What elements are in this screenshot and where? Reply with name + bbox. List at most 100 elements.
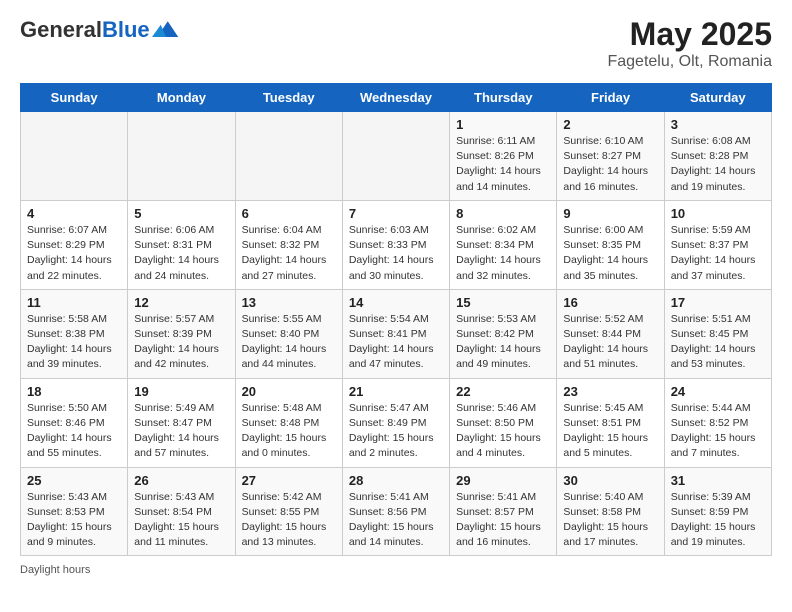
day-info: Sunrise: 5:49 AM Sunset: 8:47 PM Dayligh… [134, 401, 229, 462]
day-number: 24 [671, 384, 766, 399]
header: GeneralBlue May 2025 Fagetelu, Olt, Roma… [20, 16, 772, 71]
calendar-table: SundayMondayTuesdayWednesdayThursdayFrid… [20, 83, 772, 556]
calendar-cell: 26 Sunrise: 5:43 AM Sunset: 8:54 PM Dayli… [128, 467, 235, 556]
day-number: 6 [242, 206, 337, 221]
day-info: Sunrise: 5:43 AM Sunset: 8:54 PM Dayligh… [134, 490, 229, 551]
calendar-cell: 15 Sunrise: 5:53 AM Sunset: 8:42 PM Dayli… [450, 289, 557, 378]
calendar-week-3: 11 Sunrise: 5:58 AM Sunset: 8:38 PM Dayli… [21, 289, 772, 378]
day-number: 17 [671, 295, 766, 310]
day-number: 9 [563, 206, 658, 221]
calendar-cell: 8 Sunrise: 6:02 AM Sunset: 8:34 PM Daylig… [450, 200, 557, 289]
calendar-cell [342, 112, 449, 201]
day-info: Sunrise: 5:50 AM Sunset: 8:46 PM Dayligh… [27, 401, 122, 462]
calendar-cell: 24 Sunrise: 5:44 AM Sunset: 8:52 PM Dayli… [664, 378, 771, 467]
logo-general: General [20, 17, 102, 42]
calendar-cell: 9Sunrise: 6:00 AM Sunset: 8:35 PM Daylig… [557, 200, 664, 289]
footer-note: Daylight hours [20, 564, 772, 576]
day-number: 19 [134, 384, 229, 399]
calendar-header-row: SundayMondayTuesdayWednesdayThursdayFrid… [21, 84, 772, 112]
day-info: Sunrise: 5:54 AM Sunset: 8:41 PM Dayligh… [349, 312, 444, 373]
day-number: 22 [456, 384, 551, 399]
day-number: 1 [456, 117, 551, 132]
day-number: 8 [456, 206, 551, 221]
calendar-cell: 19 Sunrise: 5:49 AM Sunset: 8:47 PM Dayli… [128, 378, 235, 467]
day-number: 18 [27, 384, 122, 399]
day-number: 11 [27, 295, 122, 310]
day-number: 15 [456, 295, 551, 310]
day-number: 10 [671, 206, 766, 221]
calendar-cell: 17 Sunrise: 5:51 AM Sunset: 8:45 PM Dayli… [664, 289, 771, 378]
calendar-cell [128, 112, 235, 201]
day-info: Sunrise: 5:40 AM Sunset: 8:58 PM Dayligh… [563, 490, 658, 551]
day-info: Sunrise: 6:11 AM Sunset: 8:26 PM Dayligh… [456, 134, 551, 195]
day-info: Sunrise: 5:43 AM Sunset: 8:53 PM Dayligh… [27, 490, 122, 551]
logo: GeneralBlue [20, 16, 180, 44]
day-number: 25 [27, 473, 122, 488]
title-location: Fagetelu, Olt, Romania [607, 53, 772, 71]
footer-note-text: Daylight hours [20, 564, 90, 576]
logo-icon [152, 16, 180, 44]
day-info: Sunrise: 6:08 AM Sunset: 8:28 PM Dayligh… [671, 134, 766, 195]
day-number: 20 [242, 384, 337, 399]
calendar-cell: 30Sunrise: 5:40 AM Sunset: 8:58 PM Dayli… [557, 467, 664, 556]
day-number: 12 [134, 295, 229, 310]
day-info: Sunrise: 6:06 AM Sunset: 8:31 PM Dayligh… [134, 223, 229, 284]
day-number: 5 [134, 206, 229, 221]
logo-blue: Blue [102, 17, 150, 42]
calendar-cell: 25 Sunrise: 5:43 AM Sunset: 8:53 PM Dayli… [21, 467, 128, 556]
day-number: 29 [456, 473, 551, 488]
calendar-cell: 23 Sunrise: 5:45 AM Sunset: 8:51 PM Dayli… [557, 378, 664, 467]
day-info: Sunrise: 5:44 AM Sunset: 8:52 PM Dayligh… [671, 401, 766, 462]
calendar-cell: 16 Sunrise: 5:52 AM Sunset: 8:44 PM Dayli… [557, 289, 664, 378]
calendar-week-5: 25 Sunrise: 5:43 AM Sunset: 8:53 PM Dayli… [21, 467, 772, 556]
calendar-col-tuesday: Tuesday [235, 84, 342, 112]
calendar-col-sunday: Sunday [21, 84, 128, 112]
calendar-col-saturday: Saturday [664, 84, 771, 112]
day-info: Sunrise: 5:39 AM Sunset: 8:59 PM Dayligh… [671, 490, 766, 551]
calendar-cell: 11 Sunrise: 5:58 AM Sunset: 8:38 PM Dayli… [21, 289, 128, 378]
day-info: Sunrise: 5:58 AM Sunset: 8:38 PM Dayligh… [27, 312, 122, 373]
calendar-col-monday: Monday [128, 84, 235, 112]
day-info: Sunrise: 5:53 AM Sunset: 8:42 PM Dayligh… [456, 312, 551, 373]
day-number: 14 [349, 295, 444, 310]
day-info: Sunrise: 5:57 AM Sunset: 8:39 PM Dayligh… [134, 312, 229, 373]
calendar-week-4: 18 Sunrise: 5:50 AM Sunset: 8:46 PM Dayli… [21, 378, 772, 467]
calendar-cell: 29 Sunrise: 5:41 AM Sunset: 8:57 PM Dayli… [450, 467, 557, 556]
calendar-week-2: 4 Sunrise: 6:07 AM Sunset: 8:29 PM Daylig… [21, 200, 772, 289]
title-block: May 2025 Fagetelu, Olt, Romania [607, 16, 772, 71]
calendar-cell: 21Sunrise: 5:47 AM Sunset: 8:49 PM Dayli… [342, 378, 449, 467]
calendar-cell: 20Sunrise: 5:48 AM Sunset: 8:48 PM Dayli… [235, 378, 342, 467]
day-number: 31 [671, 473, 766, 488]
calendar-cell: 3Sunrise: 6:08 AM Sunset: 8:28 PM Daylig… [664, 112, 771, 201]
day-info: Sunrise: 5:52 AM Sunset: 8:44 PM Dayligh… [563, 312, 658, 373]
day-info: Sunrise: 5:45 AM Sunset: 8:51 PM Dayligh… [563, 401, 658, 462]
day-number: 28 [349, 473, 444, 488]
day-number: 23 [563, 384, 658, 399]
day-info: Sunrise: 6:02 AM Sunset: 8:34 PM Dayligh… [456, 223, 551, 284]
day-info: Sunrise: 5:41 AM Sunset: 8:57 PM Dayligh… [456, 490, 551, 551]
day-number: 7 [349, 206, 444, 221]
day-number: 27 [242, 473, 337, 488]
day-info: Sunrise: 6:03 AM Sunset: 8:33 PM Dayligh… [349, 223, 444, 284]
calendar-cell: 1 Sunrise: 6:11 AM Sunset: 8:26 PM Daylig… [450, 112, 557, 201]
day-number: 16 [563, 295, 658, 310]
day-number: 26 [134, 473, 229, 488]
calendar-col-thursday: Thursday [450, 84, 557, 112]
calendar-cell: 5 Sunrise: 6:06 AM Sunset: 8:31 PM Daylig… [128, 200, 235, 289]
page: GeneralBlue May 2025 Fagetelu, Olt, Roma… [0, 0, 792, 592]
day-info: Sunrise: 5:47 AM Sunset: 8:49 PM Dayligh… [349, 401, 444, 462]
day-number: 4 [27, 206, 122, 221]
day-info: Sunrise: 6:07 AM Sunset: 8:29 PM Dayligh… [27, 223, 122, 284]
day-info: Sunrise: 5:51 AM Sunset: 8:45 PM Dayligh… [671, 312, 766, 373]
calendar-col-friday: Friday [557, 84, 664, 112]
calendar-cell: 18 Sunrise: 5:50 AM Sunset: 8:46 PM Dayli… [21, 378, 128, 467]
day-info: Sunrise: 6:04 AM Sunset: 8:32 PM Dayligh… [242, 223, 337, 284]
calendar-cell: 4 Sunrise: 6:07 AM Sunset: 8:29 PM Daylig… [21, 200, 128, 289]
calendar-cell [235, 112, 342, 201]
calendar-cell: 2 Sunrise: 6:10 AM Sunset: 8:27 PM Daylig… [557, 112, 664, 201]
calendar-week-1: 1 Sunrise: 6:11 AM Sunset: 8:26 PM Daylig… [21, 112, 772, 201]
day-number: 2 [563, 117, 658, 132]
calendar-cell [21, 112, 128, 201]
calendar-cell: 28Sunrise: 5:41 AM Sunset: 8:56 PM Dayli… [342, 467, 449, 556]
day-info: Sunrise: 6:10 AM Sunset: 8:27 PM Dayligh… [563, 134, 658, 195]
